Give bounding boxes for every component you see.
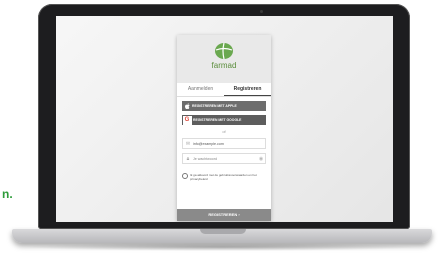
password-field[interactable]: 🔒︎ Je wachtwoord ◉ — [182, 153, 266, 164]
side-text: n. — [2, 187, 13, 201]
lock-icon: 🔒︎ — [186, 155, 190, 162]
laptop-screen: farmad Aanmelden Registreren REGISTREREN… — [56, 16, 393, 222]
submit-button[interactable]: REGISTREREN › — [177, 209, 271, 221]
google-button-label: REGISTREREN MET GOOGLE — [193, 118, 242, 122]
or-divider: of — [222, 129, 226, 134]
apple-register-button[interactable]: REGISTREREN MET APPLE — [182, 101, 266, 111]
register-card: farmad Aanmelden Registreren REGISTREREN… — [177, 35, 271, 221]
laptop-shadow — [22, 243, 422, 251]
email-field[interactable]: ✉ info@example.com — [182, 138, 266, 149]
laptop-notch — [200, 229, 246, 234]
camera — [260, 10, 263, 13]
tab-aanmelden[interactable]: Aanmelden — [177, 83, 224, 96]
consent-radio[interactable] — [182, 173, 188, 179]
card-header: farmad — [177, 35, 271, 83]
password-placeholder: Je wachtwoord — [193, 156, 217, 161]
tabs: Aanmelden Registreren — [177, 83, 271, 97]
google-register-button[interactable]: G REGISTREREN MET GOOGLE — [182, 115, 266, 125]
google-icon: G — [182, 115, 192, 125]
tab-registreren[interactable]: Registreren — [224, 83, 271, 96]
consent-row: Ik ga akkoord met de gebruiksvoorwaarden… — [182, 173, 266, 181]
apple-button-label: REGISTREREN MET APPLE — [192, 104, 237, 108]
consent-text: Ik ga akkoord met de gebruiksvoorwaarden… — [190, 173, 257, 181]
brand-name: farmad — [211, 61, 237, 70]
eye-icon[interactable]: ◉ — [257, 156, 265, 162]
email-value: info@example.com — [193, 141, 224, 146]
apple-icon — [182, 101, 192, 111]
farmad-logo-icon — [215, 42, 233, 60]
mail-icon: ✉ — [185, 140, 191, 147]
